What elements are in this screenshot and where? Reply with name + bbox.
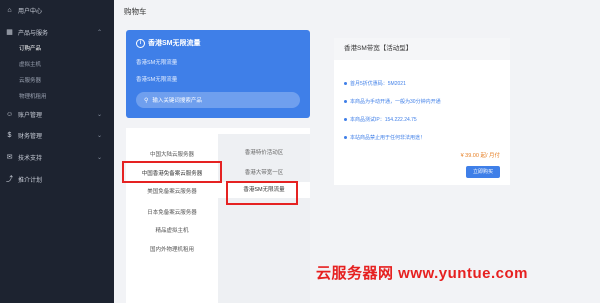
sidebar-item-account[interactable]: ☺ 账户管理 ⌄ bbox=[0, 106, 114, 122]
category-item[interactable]: 美国免备案云服务器 bbox=[126, 187, 218, 195]
chevron-up-icon: ⌃ bbox=[96, 29, 102, 36]
product-feature: 本商品为手动开通，一般为30分钟内开通 bbox=[344, 98, 441, 105]
bullet-icon bbox=[344, 82, 347, 86]
sidebar-sub-physical[interactable]: 物理机租用 bbox=[19, 92, 47, 100]
sidebar: ⌂ 用户中心 ▦ 产品与服务 ⌃ 订购产品 虚拟主机 云服务器 物理机租用 ☺ … bbox=[0, 0, 114, 303]
category-item[interactable]: 国内外物理机租用 bbox=[126, 245, 218, 253]
panel-heading-text: 香港SM无限流量 bbox=[148, 40, 201, 47]
info-icon: i bbox=[136, 38, 145, 48]
product-feature: 本商品测试IP：154.222.24.75 bbox=[344, 116, 417, 123]
highlight-box bbox=[122, 161, 222, 183]
sidebar-item-label: 账户管理 bbox=[18, 112, 43, 119]
search-placeholder: 输入关键词搜索产品 bbox=[152, 98, 202, 104]
bullet-icon bbox=[344, 100, 347, 104]
panel-heading: i 香港SM无限流量 bbox=[136, 38, 201, 48]
sidebar-item-user-center[interactable]: ⌂ 用户中心 bbox=[0, 2, 114, 18]
product-title: 香港SM带宽【活动型】 bbox=[334, 38, 510, 60]
panel-line: 香港SM无限流量 bbox=[136, 60, 178, 66]
category-item[interactable]: 中国大陆云服务器 bbox=[126, 150, 218, 158]
sidebar-item-finance[interactable]: $ 财务管理 ⌄ bbox=[0, 127, 114, 143]
subcategory-list: 香港特价活动区 香港大带宽一区 香港SM无限流量 bbox=[218, 134, 310, 303]
watermark-text: 云服务器网 www.yuntue.com bbox=[316, 265, 528, 282]
subcategory-item[interactable]: 香港特价活动区 bbox=[218, 148, 310, 156]
share-icon: ⤴ bbox=[6, 175, 13, 183]
page-title: 购物车 bbox=[124, 7, 147, 16]
search-icon: ⚲ bbox=[144, 97, 149, 104]
category-item[interactable]: 日本免备案云服务器 bbox=[126, 208, 218, 216]
product-search-panel: i 香港SM无限流量 香港SM无限流量 香港SM无限流量 ⚲ 输入关键词搜索产品 bbox=[126, 30, 310, 118]
buy-now-button[interactable]: 立即购买 bbox=[466, 166, 500, 178]
product-card: 香港SM带宽【活动型】 首月5折优惠码：5M2021 本商品为手动开通，一般为3… bbox=[334, 38, 510, 185]
sidebar-item-referral[interactable]: ⤴ 推介计划 bbox=[0, 171, 114, 187]
sidebar-sub-cloud-server[interactable]: 云服务器 bbox=[19, 76, 41, 84]
bullet-icon bbox=[344, 118, 347, 122]
product-feature: 首月5折优惠码：5M2021 bbox=[344, 80, 406, 87]
product-feature: 本站商品禁止用于任何非法用途！ bbox=[344, 134, 425, 141]
sidebar-item-products[interactable]: ▦ 产品与服务 ⌃ bbox=[0, 24, 114, 40]
sidebar-item-label: 产品与服务 bbox=[18, 30, 49, 37]
chevron-down-icon: ⌄ bbox=[96, 154, 102, 161]
sidebar-item-label: 推介计划 bbox=[18, 177, 43, 184]
search-input[interactable]: ⚲ 输入关键词搜索产品 bbox=[136, 92, 300, 108]
sidebar-item-label: 财务管理 bbox=[18, 133, 43, 140]
sidebar-sub-virtual-host[interactable]: 虚拟主机 bbox=[19, 60, 41, 68]
highlight-box bbox=[226, 181, 298, 205]
category-list: 中国大陆云服务器 中国香港免备案云服务器 美国免备案云服务器 日本免备案云服务器… bbox=[126, 128, 218, 303]
chevron-down-icon: ⌄ bbox=[96, 132, 102, 139]
subcategory-item[interactable]: 香港大带宽一区 bbox=[218, 168, 310, 176]
sidebar-item-support[interactable]: ✉ 技术支持 ⌄ bbox=[0, 149, 114, 165]
grid-icon: ▦ bbox=[6, 28, 13, 36]
user-icon: ☺ bbox=[6, 110, 14, 118]
sidebar-item-label: 技术支持 bbox=[18, 155, 43, 162]
product-price: ¥ 39.00 起/ 月付 bbox=[460, 153, 500, 159]
sidebar-sub-order[interactable]: 订购产品 bbox=[19, 44, 41, 52]
category-panel: 中国大陆云服务器 中国香港免备案云服务器 美国免备案云服务器 日本免备案云服务器… bbox=[122, 128, 310, 303]
panel-line: 香港SM无限流量 bbox=[136, 77, 178, 83]
bullet-icon bbox=[344, 136, 347, 140]
category-item[interactable]: 精品虚拟主机 bbox=[126, 226, 218, 234]
chevron-down-icon: ⌄ bbox=[96, 111, 102, 118]
sidebar-item-label: 用户中心 bbox=[18, 8, 43, 15]
support-icon: ✉ bbox=[6, 153, 13, 161]
dollar-icon: $ bbox=[7, 131, 12, 139]
home-icon: ⌂ bbox=[7, 6, 12, 14]
